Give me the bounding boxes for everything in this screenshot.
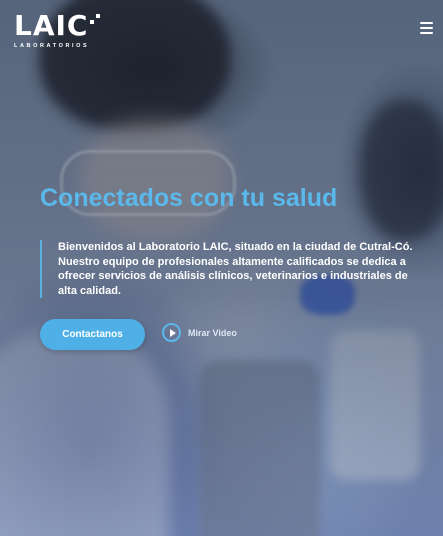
hero-title: Conectados con tu salud <box>40 184 338 212</box>
logo-subtitle: LABORATORIOS <box>14 43 90 49</box>
logo-dots-icon <box>90 14 101 24</box>
logo-text: LAIC <box>14 9 89 42</box>
contact-button[interactable]: Contactanos <box>40 319 145 350</box>
hamburger-menu-icon[interactable] <box>420 22 433 34</box>
logo-wordmark: LAIC <box>14 9 101 42</box>
hero-description: Bienvenidos al Laboratorio LAIC, situado… <box>40 240 418 298</box>
watch-video-label: Mirar Video <box>188 327 237 338</box>
play-circle-icon <box>162 323 181 342</box>
hero-section: LAIC LABORATORIOS Conectados con tu salu… <box>0 0 443 536</box>
watch-video-button[interactable]: Mirar Video <box>162 323 237 342</box>
site-logo[interactable]: LAIC LABORATORIOS <box>14 9 101 49</box>
